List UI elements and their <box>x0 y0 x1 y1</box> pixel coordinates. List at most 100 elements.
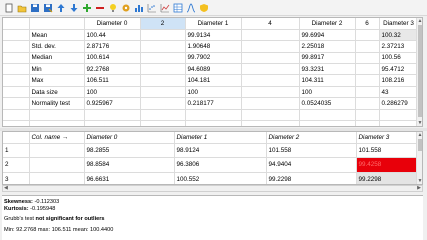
stats-cell[interactable] <box>241 74 300 87</box>
scroll-up-arrow-icon[interactable]: ▲ <box>417 18 422 24</box>
stats-cell[interactable] <box>241 63 300 76</box>
scroll-right-arrow-icon[interactable]: ▶ <box>417 186 421 191</box>
stats-cell[interactable] <box>140 52 186 65</box>
stats-cell[interactable] <box>241 40 300 53</box>
data-column-header[interactable]: Diameter 1 <box>174 132 267 144</box>
stats-column-header[interactable] <box>3 18 30 30</box>
stats-cell[interactable] <box>355 63 380 76</box>
stats-cell[interactable] <box>241 97 300 110</box>
stats-cell[interactable]: 2.87176 <box>84 40 141 53</box>
stats-cell[interactable]: 94.6089 <box>185 63 242 76</box>
scroll-down-arrow-icon[interactable]: ▼ <box>417 120 422 126</box>
data-vertical-scrollbar[interactable]: ▲ ▼ <box>416 132 422 184</box>
scroll-left-arrow-icon[interactable]: ◀ <box>4 186 8 191</box>
stats-cell[interactable]: 93.3231 <box>299 63 356 76</box>
stats-cell[interactable] <box>379 109 419 122</box>
stats-cell[interactable]: 0.0524035 <box>299 97 356 110</box>
stats-cell[interactable] <box>140 97 186 110</box>
stats-cell[interactable] <box>185 120 242 126</box>
stats-cell[interactable]: 100 <box>185 86 242 99</box>
data-cell[interactable]: 100.552 <box>174 172 267 184</box>
stats-cell[interactable]: 0.925967 <box>84 97 141 110</box>
bell-curve-icon[interactable] <box>185 2 196 13</box>
scatter-icon[interactable] <box>146 2 157 13</box>
stats-cell[interactable] <box>140 40 186 53</box>
stats-cell[interactable] <box>185 109 242 122</box>
open-folder-icon[interactable] <box>16 2 27 13</box>
stats-cell[interactable]: 2.25018 <box>299 40 356 53</box>
data-cell[interactable]: 94.9404 <box>266 157 357 173</box>
stats-cell[interactable]: 100 <box>84 86 141 99</box>
stats-cell[interactable]: 1.90648 <box>185 40 242 53</box>
stats-vertical-scrollbar[interactable]: ▲ ▼ <box>416 18 422 126</box>
stats-cell[interactable]: 99.9134 <box>185 29 242 42</box>
stats-cell[interactable]: 2.37213 <box>379 40 419 53</box>
stats-cell[interactable] <box>379 120 419 126</box>
data-column-header[interactable]: Diameter 3 <box>356 132 419 144</box>
row-number[interactable]: 3 <box>3 172 30 184</box>
stats-cell[interactable] <box>299 120 356 126</box>
bulb-icon[interactable] <box>107 2 118 13</box>
stats-cell[interactable]: 104.181 <box>185 74 242 87</box>
data-column-header[interactable]: Diameter 0 <box>84 132 175 144</box>
table-icon[interactable] <box>172 2 183 13</box>
stats-cell[interactable] <box>355 97 380 110</box>
stats-cell[interactable] <box>241 52 300 65</box>
stats-cell[interactable] <box>355 29 380 42</box>
stats-cell[interactable] <box>355 120 380 126</box>
scroll-up-arrow-icon[interactable]: ▲ <box>417 132 422 138</box>
stats-cell[interactable]: 99.6994 <box>299 29 356 42</box>
stats-cell[interactable] <box>355 109 380 122</box>
stats-column-header[interactable]: 2 <box>140 18 186 30</box>
shield-icon[interactable] <box>198 2 209 13</box>
stats-cell[interactable]: 43 <box>379 86 419 99</box>
data-cell[interactable]: 98.8584 <box>84 157 175 173</box>
new-doc-icon[interactable] <box>3 2 14 13</box>
stats-cell[interactable] <box>355 86 380 99</box>
stats-column-header[interactable] <box>29 18 85 30</box>
data-cell[interactable]: 101.558 <box>356 143 419 158</box>
stats-cell[interactable] <box>241 109 300 122</box>
stats-column-header[interactable]: 6 <box>355 18 380 30</box>
stats-cell[interactable] <box>140 63 186 76</box>
stats-cell[interactable] <box>299 109 356 122</box>
stats-cell[interactable]: 106.511 <box>84 74 141 87</box>
save-icon[interactable] <box>29 2 40 13</box>
data-cell[interactable]: 101.558 <box>266 143 357 158</box>
stats-column-header[interactable]: Diameter 1 <box>185 18 242 30</box>
stats-cell[interactable]: 108.216 <box>379 74 419 87</box>
stats-cell[interactable] <box>355 52 380 65</box>
row-number[interactable]: 1 <box>3 143 30 158</box>
data-cell[interactable]: 96.6631 <box>84 172 175 184</box>
stats-cell[interactable]: 100 <box>299 86 356 99</box>
save-as-icon[interactable] <box>42 2 53 13</box>
stats-column-header[interactable]: Diameter 0 <box>84 18 141 30</box>
stats-cell[interactable] <box>241 86 300 99</box>
scroll-thumb[interactable] <box>418 139 422 151</box>
data-column-header[interactable]: Diameter 2 <box>266 132 357 144</box>
stats-cell[interactable]: 0.218177 <box>185 97 242 110</box>
stats-cell[interactable]: 100.32 <box>379 29 419 42</box>
data-cell[interactable]: 99.4258 <box>356 157 419 173</box>
stats-cell[interactable]: 0.286279 <box>379 97 419 110</box>
data-column-header[interactable] <box>3 132 30 144</box>
stats-column-header[interactable]: 4 <box>241 18 300 30</box>
data-horizontal-scrollbar[interactable]: ◀ ▶ <box>2 185 423 192</box>
stats-cell[interactable]: 99.8917 <box>299 52 356 65</box>
stats-cell[interactable]: 100.614 <box>84 52 141 65</box>
stats-cell[interactable] <box>241 120 300 126</box>
stats-cell[interactable] <box>84 120 141 126</box>
stats-cell[interactable] <box>355 40 380 53</box>
scroll-down-arrow-icon[interactable]: ▼ <box>417 178 422 184</box>
stats-cell[interactable] <box>140 86 186 99</box>
up-arrow-icon[interactable] <box>55 2 66 13</box>
data-cell[interactable]: 98.9124 <box>174 143 267 158</box>
data-cell[interactable]: 98.2855 <box>84 143 175 158</box>
stats-cell[interactable]: 100.56 <box>379 52 419 65</box>
stats-cell[interactable]: 95.4712 <box>379 63 419 76</box>
stats-cell[interactable] <box>355 74 380 87</box>
stats-cell[interactable]: 99.7902 <box>185 52 242 65</box>
histogram-icon[interactable] <box>133 2 144 13</box>
data-column-header[interactable]: Col. name → <box>29 132 85 144</box>
stats-cell[interactable] <box>84 109 141 122</box>
